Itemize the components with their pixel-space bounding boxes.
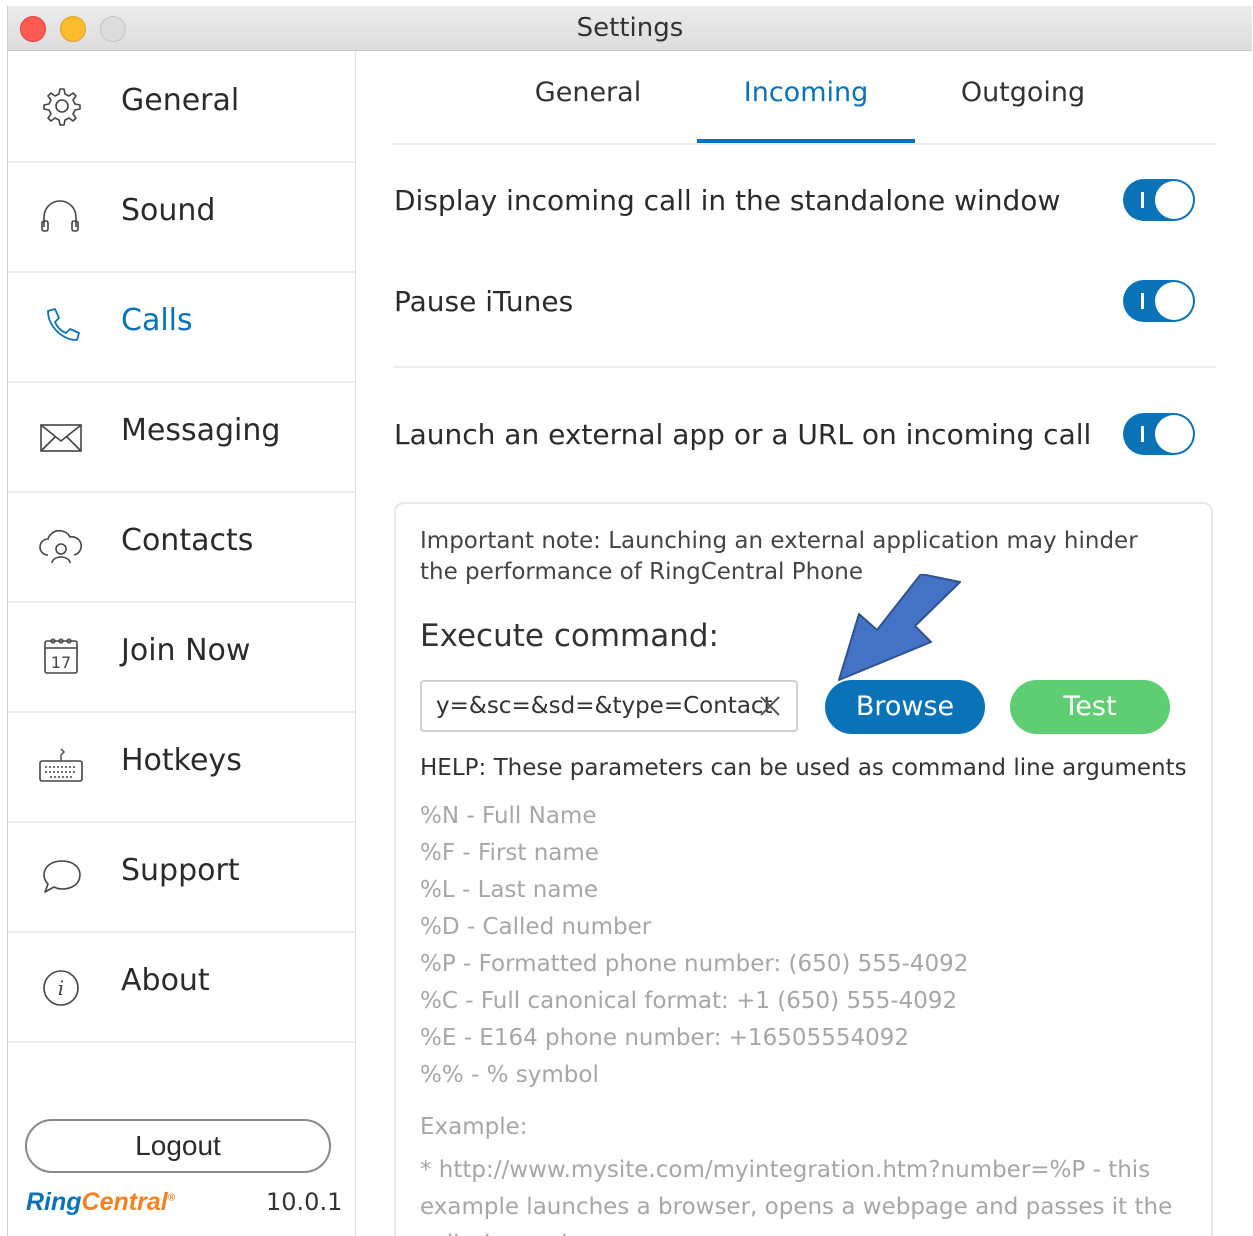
tab-general[interactable]: General [518,77,658,108]
parameter-list: %N - Full Name %F - First name %L - Last… [420,801,968,1097]
window-title: Settings [576,13,684,43]
sidebar-item-join-now[interactable]: 17 Join Now [8,601,355,713]
headphones-icon [41,200,79,232]
gear-icon [43,88,81,126]
sidebar-item-sound[interactable]: Sound [8,161,355,273]
sidebar-item-label: Calls [121,303,193,338]
standalone-window-toggle[interactable] [1123,179,1195,221]
list-item: %D - Called number [420,914,652,940]
section-divider [393,366,1216,368]
example-text: * http://www.mysite.com/myintegration.ht… [420,1157,1173,1236]
sidebar-item-label: Contacts [121,523,254,558]
launch-external-label: Launch an external app or a URL on incom… [394,418,1092,451]
tab-incoming[interactable]: Incoming [723,77,889,108]
sidebar-item-general[interactable]: General [8,51,355,163]
standalone-window-label: Display incoming call in the standalone … [394,184,1061,217]
sidebar-item-messaging[interactable]: Messaging [8,381,355,493]
important-note: Important note: Launching an external ap… [420,528,1138,585]
title-bar: Settings [8,6,1252,51]
external-app-panel: Important note: Launching an external ap… [394,502,1213,1236]
settings-window: Settings General Sound Calls Messaging C… [7,6,1252,1236]
sidebar-item-label: Support [121,853,240,888]
launch-external-toggle[interactable] [1123,413,1195,455]
info-icon: i [43,970,79,1006]
sidebar-item-label: Hotkeys [121,743,242,778]
list-item: %L - Last name [420,877,599,903]
browse-button[interactable]: Browse [825,680,985,734]
clear-icon[interactable] [758,694,782,718]
list-item: %E - E164 phone number: +16505554092 [420,1025,909,1051]
info-glyph: i [58,976,64,1000]
sidebar-item-label: About [121,963,210,998]
sidebar-item-calls[interactable]: Calls [8,271,355,383]
list-item: %N - Full Name [420,803,597,829]
sidebar-item-label: General [121,83,240,118]
pause-itunes-label: Pause iTunes [394,285,574,318]
version-label: 10.0.1 [266,1188,343,1216]
list-item: %P - Formatted phone number: (650) 555-4… [420,951,969,977]
sidebar-item-label: Messaging [121,413,281,448]
logout-button[interactable]: Logout [25,1119,331,1173]
test-button[interactable]: Test [1010,680,1170,734]
execute-command-label: Execute command: [420,618,719,654]
settings-tabs: General Incoming Outgoing [393,51,1216,145]
pause-itunes-toggle[interactable] [1123,280,1195,322]
sidebar-item-about[interactable]: i About [8,931,355,1043]
sidebar-item-contacts[interactable]: Contacts [8,491,355,603]
chat-bubble-icon [43,860,81,893]
sidebar-item-label: Sound [121,193,216,228]
keyboard-icon [39,748,83,782]
list-item: %F - First name [420,840,599,866]
tab-outgoing[interactable]: Outgoing [943,77,1103,108]
calendar-icon: 17 [44,638,78,674]
sidebar: General Sound Calls Messaging Contacts 1… [8,51,356,1236]
command-input[interactable] [420,680,798,732]
sidebar-item-support[interactable]: Support [8,821,355,933]
help-text: HELP: These parameters can be used as co… [420,755,1187,781]
list-item: %C - Full canonical format: +1 (650) 555… [420,988,958,1014]
list-item: %% - % symbol [420,1062,599,1088]
example-label: Example: [420,1114,528,1140]
annotation-arrow-icon [838,574,961,681]
sidebar-item-label: Join Now [121,633,251,668]
active-tab-indicator [697,139,915,143]
ringcentral-logo: RingCentral® [26,1188,176,1216]
envelope-icon [40,424,82,452]
contacts-cloud-icon [39,529,83,564]
sidebar-item-hotkeys[interactable]: Hotkeys [8,711,355,823]
phone-icon [47,308,80,341]
calendar-day: 17 [51,653,71,672]
